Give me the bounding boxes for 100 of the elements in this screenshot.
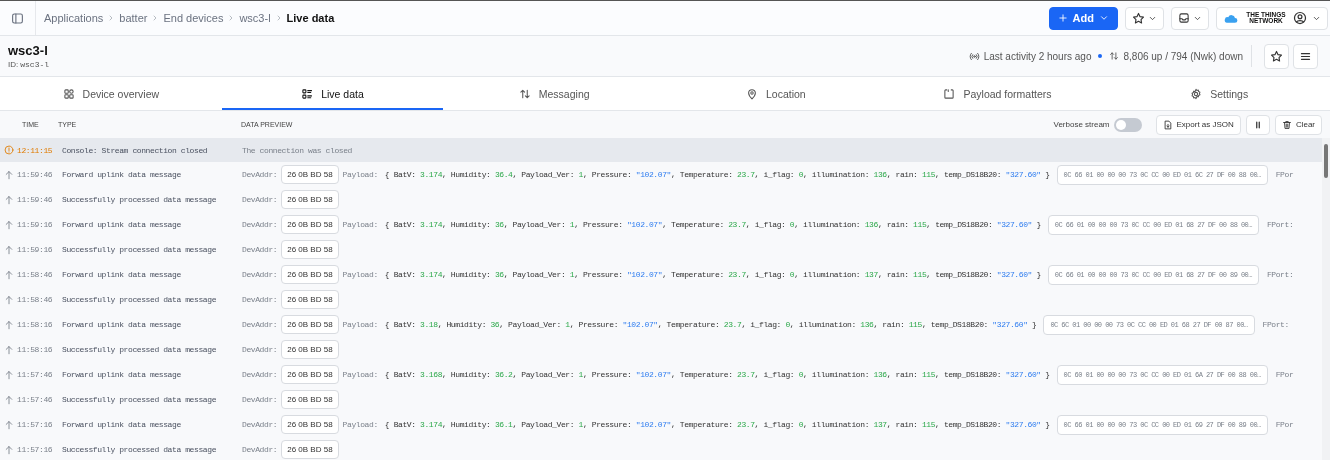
bookmarks-dropdown[interactable] [1125,6,1164,30]
breadcrumb-link[interactable]: Applications [44,12,104,24]
devaddr-value: 26 0B BD 58 [281,440,339,459]
payload-label: Payload: [342,220,378,229]
scrollbar[interactable] [1322,138,1330,460]
devaddr-value: 26 0B BD 58 [281,190,339,209]
event-type: Successfully processed data message [62,395,218,404]
event-type: Successfully processed data message [62,245,218,254]
tab[interactable]: Device overview [0,77,222,110]
devaddr-value: 26 0B BD 58 [281,315,339,334]
devaddr-value: 26 0B BD 58 [281,265,339,284]
tab[interactable]: Messaging [443,77,665,110]
devaddr-value: 26 0B BD 58 [281,240,339,259]
event-type: Forward uplink data message [62,320,182,329]
notifications-dropdown[interactable] [1171,6,1209,30]
payload-label: Payload: [342,320,378,329]
payload-json: { BatV: 3.18, Humidity: 36, Payload_Ver: 1, Pressure: "102.07", Temperature: 23.7, i_flag: 0, illumination: 136, rain: 115, temp_DS18B20: "327.60" } [384,320,1037,329]
breadcrumb-current: Live data [286,12,335,24]
payload-json: { BatV: 3.174, Humidity: 36.1, Payload_Ver: 1, Pressure: "102.07", Temperature: 23.7, i_flag: 0, illumination: 137, rain: 115, temp_DS18B20: "327.60" } [384,420,1050,429]
fport-label: FPort: [1266,270,1294,279]
event-type: Successfully processed data message [62,295,218,304]
up-arrow-icon [4,219,14,230]
grid-icon [62,87,75,100]
data-preview: The connection was closed [242,145,353,155]
alert-circle-icon [4,145,14,155]
trash-icon [1281,119,1292,130]
clear-button[interactable]: Clear [1274,114,1322,135]
payload-json: { BatV: 3.174, Humidity: 36, Payload_Ver: 1, Pressure: "102.07", Temperature: 23.7, i_flag: 0, illumination: 137, rain: 115, temp_DS18B20: "327.60" } [384,270,1041,279]
event-time: 11:59:46 [17,195,53,204]
map-pin-icon [746,87,758,100]
devaddr-label: DevAddr: [242,420,278,429]
device-id-label: ID: [8,60,19,69]
up-arrow-icon [4,294,14,305]
inbox-icon [1178,12,1190,24]
export-button[interactable]: Export as JSON [1155,114,1241,135]
star-icon [1270,49,1283,63]
up-down-arrows-icon [518,87,531,100]
up-arrow-icon [4,194,14,205]
event-type: Forward uplink data message [62,420,182,429]
cloud-logo-icon [1223,12,1239,24]
up-down-arrows-icon [1109,51,1120,61]
devaddr-label: DevAddr: [242,295,278,304]
devaddr-value: 26 0B BD 58 [281,290,339,309]
up-arrow-icon [4,444,14,455]
fport-label: FPort: [1262,320,1289,329]
payload-label: Payload: [342,370,378,379]
devaddr-value: 26 0B BD 58 [281,365,339,384]
add-button[interactable]: Add [1048,6,1118,30]
event-time: 11:57:46 [17,370,53,379]
devaddr-value: 26 0B BD 58 [281,415,339,434]
up-arrow-icon [4,344,14,355]
verbose-stream-label: Verbose stream [1053,120,1110,129]
traffic-count: 8,806 up / 794 (Nwk) down [1123,50,1243,62]
verbose-stream-toggle[interactable] [1113,117,1142,132]
event-time: 11:57:16 [17,420,53,429]
devaddr-label: DevAddr: [242,170,278,179]
last-activity: Last activity 2 hours ago [983,50,1092,62]
devaddr-value: 26 0B BD 58 [281,390,339,409]
event-time: 11:57:46 [17,395,53,404]
devaddr-label: DevAddr: [242,270,278,279]
event-type: Forward uplink data message [62,220,182,229]
event-time: 11:58:46 [17,270,53,279]
devaddr-value: 26 0B BD 58 [281,340,339,359]
event-time: 11:59:16 [17,220,53,229]
tab[interactable]: Location [665,77,887,110]
pause-button[interactable] [1245,114,1270,135]
event-type: Forward uplink data message [62,170,182,179]
status-dot-icon [1098,54,1103,58]
event-time: 11:58:46 [17,295,53,304]
tab[interactable]: Settings [1108,77,1330,110]
event-type: Forward uplink data message [62,370,182,379]
star-button[interactable] [1264,43,1289,69]
breadcrumb-link[interactable]: End devices [163,12,224,24]
event-time: 11:59:16 [17,245,53,254]
up-arrow-icon [4,244,14,255]
star-icon [1132,11,1145,25]
up-arrow-icon [4,169,14,180]
event-time: 12:11:15 [17,145,53,155]
devaddr-label: DevAddr: [242,220,278,229]
account-icon [1293,11,1307,25]
fport-label: FPor [1275,170,1294,179]
sidebar-toggle-icon[interactable] [11,11,24,25]
breadcrumb-link[interactable]: wsc3-l [239,12,271,24]
devaddr-label: DevAddr: [242,445,278,454]
payload-json: { BatV: 3.174, Humidity: 36, Payload_Ver: 1, Pressure: "102.07", Temperature: 23.7, i_flag: 0, illumination: 136, rain: 115, temp_DS18B20: "327.60" } [384,220,1041,229]
fport-label: FPor [1275,420,1294,429]
tab[interactable]: Live data [221,77,444,110]
up-arrow-icon [4,419,14,430]
gear-icon [1190,87,1203,100]
event-row[interactable]: 12:11:15 Console: Stream connection closed The connection was closed [0,138,1322,162]
file-download-icon [1162,119,1173,130]
fport-label: FPor [1275,370,1294,379]
menu-button[interactable] [1293,43,1318,69]
devaddr-label: DevAddr: [242,245,278,254]
event-type: Forward uplink data message [62,270,182,279]
tab[interactable]: Payload formatters [886,77,1109,110]
event-time: 11:59:46 [17,170,53,179]
fport-label: FPort: [1266,220,1294,229]
breadcrumb-link[interactable]: batter [119,12,148,24]
event-time: 11:58:16 [17,345,53,354]
